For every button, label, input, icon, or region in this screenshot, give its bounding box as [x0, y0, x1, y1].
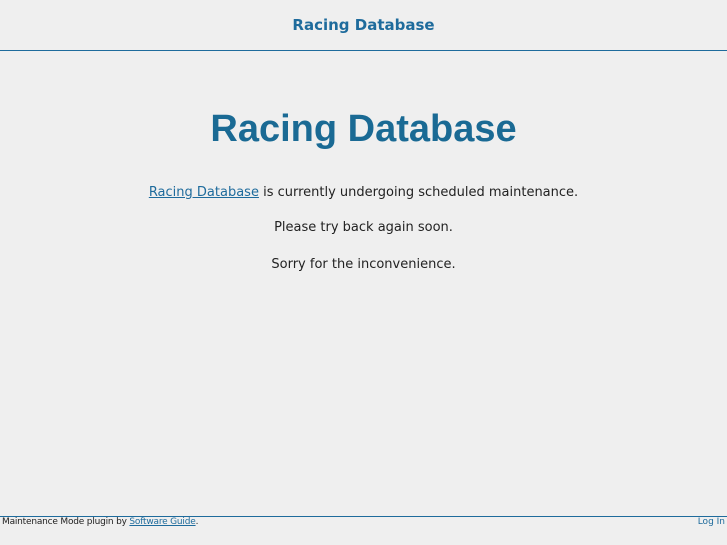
page-header: Racing Database — [0, 0, 727, 51]
footer-credit-prefix: Maintenance Mode plugin by — [2, 517, 130, 527]
footer-login: Log In — [698, 517, 725, 527]
page-footer: Maintenance Mode plugin by Software Guid… — [0, 516, 727, 545]
apology-message: Sorry for the inconvenience. — [271, 257, 456, 272]
footer-credit: Maintenance Mode plugin by Software Guid… — [2, 517, 198, 527]
software-guide-link[interactable]: Software Guide — [129, 517, 195, 527]
maintenance-message: Racing Database is currently undergoing … — [0, 185, 727, 200]
login-link[interactable]: Log In — [698, 517, 725, 527]
header-site-title: Racing Database — [292, 16, 435, 34]
footer-credit-suffix: . — [195, 517, 199, 527]
page-title: Racing Database — [210, 108, 517, 150]
retry-message: Please try back again soon. — [274, 220, 453, 235]
maintenance-page: Racing Database Racing Database Racing D… — [0, 0, 727, 545]
maintenance-message-text: is currently undergoing scheduled mainte… — [258, 185, 579, 200]
site-link[interactable]: Racing Database — [149, 185, 259, 200]
